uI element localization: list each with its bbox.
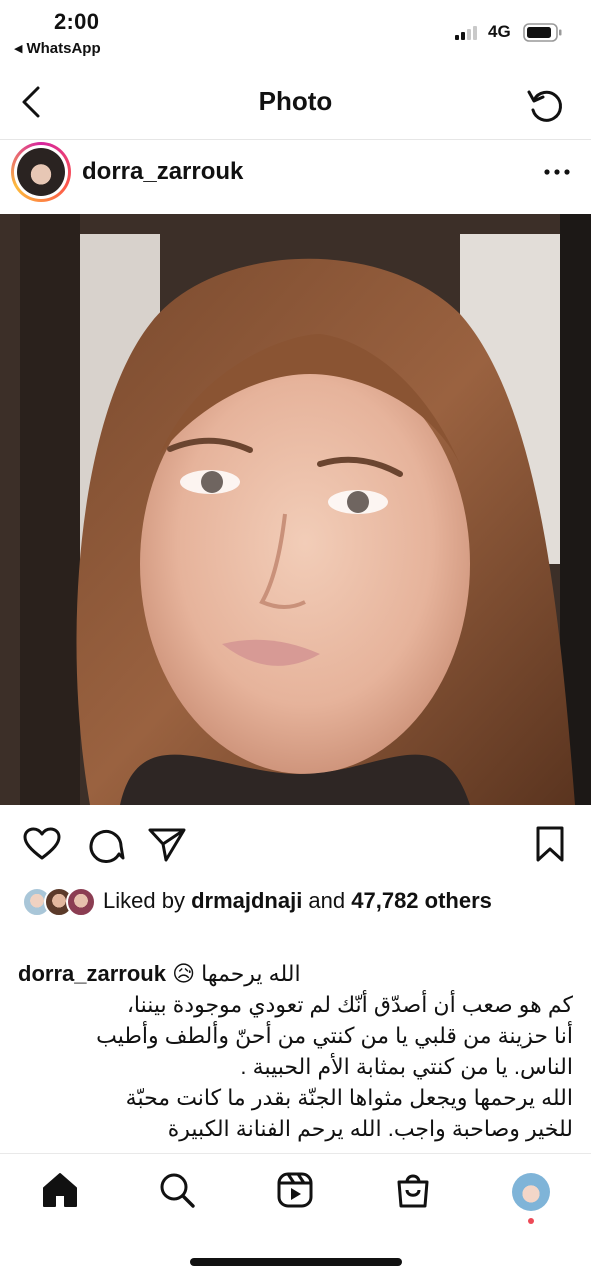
reels-icon[interactable] (275, 1170, 315, 1210)
share-send-icon[interactable] (147, 824, 187, 864)
portrait-image (0, 214, 591, 805)
likes-count[interactable]: 47,782 (351, 888, 418, 913)
caption-username[interactable]: dorra_zarrouk (18, 961, 166, 986)
post-username[interactable]: dorra_zarrouk (82, 158, 243, 186)
more-options-icon[interactable] (544, 169, 570, 175)
search-icon[interactable] (157, 1170, 197, 1210)
caption-line: الناس. يا من كنتي بمثابة الأم الحبيبة . (240, 1054, 573, 1079)
caption-line: أنا حزينة من قلبي يا من كنتي من أحنّ وأل… (96, 1023, 573, 1048)
profile-tab-avatar[interactable] (512, 1173, 550, 1211)
liker-avatar[interactable] (66, 887, 96, 917)
liker-username[interactable]: drmajdnaji (191, 888, 302, 913)
likes-suffix[interactable]: others (419, 888, 492, 913)
comment-icon[interactable] (86, 824, 126, 864)
signal-icon (455, 26, 477, 40)
page-title: Photo (258, 86, 333, 116)
caption-line: كم هو صعب أن أصدّق أنّك لم تعودي موجودة … (126, 992, 573, 1017)
caption-line: الله يرحمها ويجعل مثواها الجنّة بقدر ما … (125, 1085, 573, 1110)
post-photo[interactable] (0, 214, 591, 805)
battery-icon (523, 23, 562, 42)
network-type: 4G (488, 22, 511, 41)
back-app-label: WhatsApp (26, 40, 101, 57)
home-indicator[interactable] (190, 1258, 402, 1266)
back-to-app[interactable]: ◀ WhatsApp (14, 40, 101, 57)
status-time: 2:00 (54, 9, 100, 34)
likes-middle: and (302, 888, 352, 913)
nav-divider (0, 139, 591, 140)
notification-dot (528, 1218, 534, 1224)
caption-text: الله يرحمها 😥 (172, 961, 301, 986)
post-caption: dorra_zarrouk الله يرحمها 😥 كم هو صعب أن… (18, 958, 573, 1144)
home-icon[interactable] (40, 1170, 80, 1210)
refresh-icon[interactable] (524, 84, 566, 124)
back-triangle-icon: ◀ (14, 43, 23, 55)
likes-summary[interactable]: Liked by drmajdnaji and 47,782 others (103, 885, 523, 916)
save-bookmark-icon[interactable] (530, 824, 570, 864)
tab-bar-divider (0, 1153, 591, 1154)
caption-line: للخير وصاحبة واجب. الله يرحم الفنانة الك… (167, 1116, 573, 1141)
profile-avatar[interactable] (11, 142, 71, 202)
likes-prefix: Liked by (103, 888, 192, 913)
like-heart-icon[interactable] (22, 824, 62, 864)
caption-first-line: dorra_zarrouk الله يرحمها 😥 (18, 958, 573, 989)
shop-bag-icon[interactable] (393, 1170, 433, 1210)
